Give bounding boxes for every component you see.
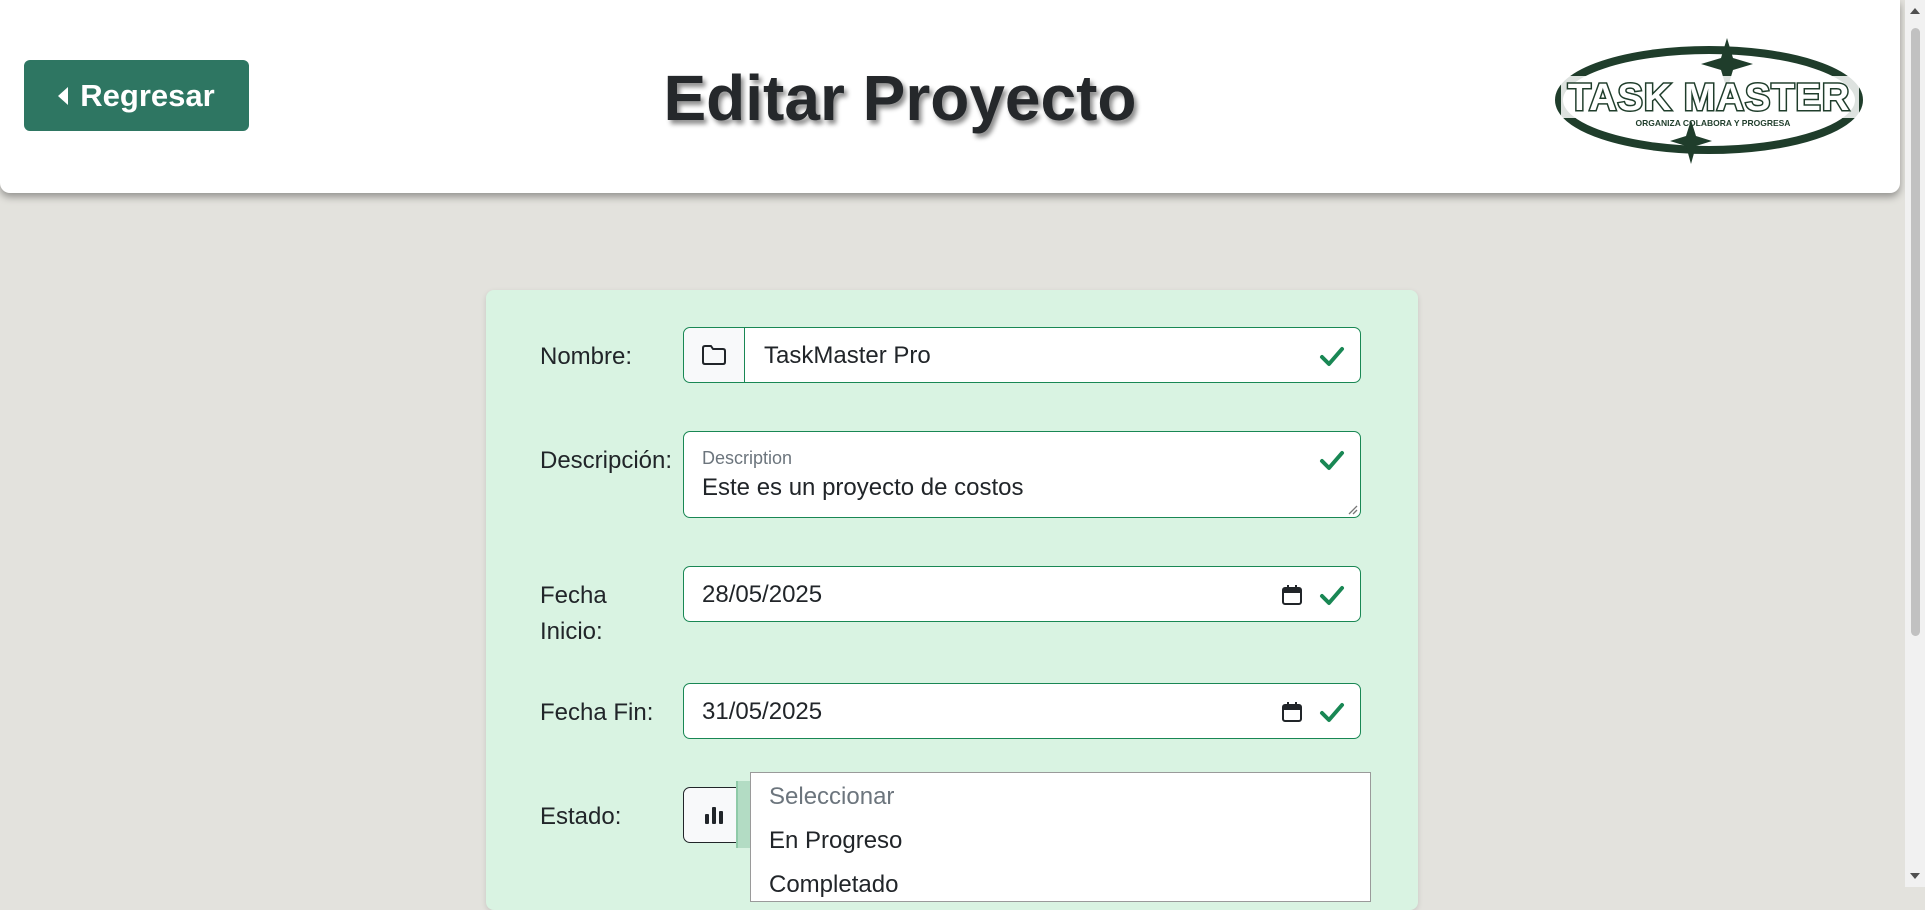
back-button-label: Regresar [80, 77, 215, 113]
scroll-up-arrow-icon[interactable] [1910, 8, 1920, 14]
nombre-label: Nombre: [540, 343, 633, 370]
dropdown-option-seleccionar[interactable]: Seleccionar [769, 783, 894, 811]
header-bar: Regresar Editar Proyecto TASK MASTER ORG… [0, 0, 1900, 193]
page-scrollbar[interactable] [1905, 0, 1925, 887]
folder-icon [702, 345, 726, 365]
nombre-input[interactable]: TaskMaster Pro [683, 327, 1361, 383]
fecha-fin-label: Fecha Fin: [540, 699, 654, 726]
dropdown-option-completado[interactable]: Completado [769, 871, 898, 899]
page-title: Editar Proyecto [663, 62, 1137, 134]
fecha-fin-input[interactable]: 31/05/2025 [683, 683, 1361, 739]
fecha-fin-value: 31/05/2025 [702, 698, 823, 725]
calendar-icon[interactable] [1280, 700, 1304, 724]
descripcion-label: Descripción: [540, 447, 673, 474]
logo: TASK MASTER ORGANIZA COLABORA Y PROGRESA [1555, 38, 1863, 164]
scroll-down-arrow-icon[interactable] [1910, 873, 1920, 879]
estado-label: Estado: [540, 803, 622, 830]
caret-left-icon [58, 86, 69, 105]
back-button[interactable]: Regresar [24, 60, 249, 131]
bar-chart-icon [705, 807, 723, 824]
check-icon [1320, 451, 1344, 470]
descripcion-value: Este es un proyecto de costos [702, 474, 1024, 501]
check-icon [1320, 347, 1344, 366]
nombre-value: TaskMaster Pro [764, 342, 931, 369]
calendar-icon[interactable] [1280, 583, 1304, 607]
dropdown-option-en-progreso[interactable]: En Progreso [769, 827, 902, 855]
descripcion-textarea[interactable]: Description Este es un proyecto de costo… [683, 431, 1361, 518]
estado-select[interactable] [736, 781, 750, 848]
estado-dropdown-list: Seleccionar En Progreso Completado [750, 772, 1371, 902]
fecha-inicio-label-line1: Fecha [540, 582, 607, 609]
logo-wordmark: TASK MASTER [1568, 77, 1851, 119]
descripcion-floating-label: Description [702, 448, 793, 468]
fecha-inicio-label-line2: Inicio: [540, 618, 603, 645]
nombre-addon [684, 328, 745, 382]
fecha-inicio-input[interactable]: 28/05/2025 [683, 566, 1361, 622]
fecha-inicio-value: 28/05/2025 [702, 581, 823, 608]
logo-tagline: ORGANIZA COLABORA Y PROGRESA [1636, 118, 1791, 128]
resize-grip-icon[interactable] [1346, 503, 1358, 515]
scrollbar-thumb[interactable] [1911, 28, 1920, 636]
check-icon [1320, 586, 1344, 605]
check-icon [1320, 703, 1344, 722]
